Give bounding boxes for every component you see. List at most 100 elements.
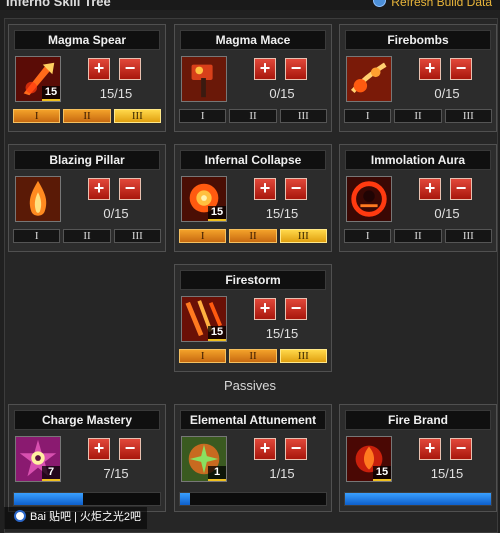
add-point-button[interactable]: + xyxy=(88,178,110,200)
magma-mace-icon[interactable] xyxy=(181,56,227,102)
skill-card-firebombs: Firebombs + − 0/15 I II III xyxy=(339,24,497,132)
remove-point-button[interactable]: − xyxy=(285,58,307,80)
skill-name: Magma Mace xyxy=(180,30,326,50)
tier-bar: I II III xyxy=(344,229,492,243)
add-point-button[interactable]: + xyxy=(254,298,276,320)
immolation-aura-icon[interactable] xyxy=(346,176,392,222)
tier-2: II xyxy=(63,229,111,243)
progress-fill xyxy=(180,493,191,505)
passive-card-charge-mastery: Charge Mastery 7 + − 7/15 xyxy=(8,404,166,512)
tier-bar: I II III xyxy=(179,229,327,243)
tier-bar: I II III xyxy=(13,109,161,123)
remove-point-button[interactable]: − xyxy=(119,58,141,80)
skill-card-firestorm: Firestorm 15 + − 15/15 I II III xyxy=(174,264,332,372)
rank-badge: 15 xyxy=(208,206,226,221)
tier-2: II xyxy=(394,109,442,123)
add-point-button[interactable]: + xyxy=(419,58,441,80)
elemental-attunement-icon[interactable]: 1 xyxy=(181,436,227,482)
infernal-collapse-icon[interactable]: 15 xyxy=(181,176,227,222)
skill-card-infernal-collapse: Infernal Collapse 15 + − 15/15 I II III xyxy=(174,144,332,252)
skill-points: 0/15 xyxy=(103,206,129,221)
rank-badge: 15 xyxy=(373,466,391,481)
progress-fill xyxy=(345,493,491,505)
tier-1: I xyxy=(344,109,392,123)
magma-spear-icon[interactable]: 15 xyxy=(15,56,61,102)
tier-bar: I II III xyxy=(13,229,161,243)
add-point-button[interactable]: + xyxy=(254,58,276,80)
skill-card-blazing-pillar: Blazing Pillar + − 0/15 I II III xyxy=(8,144,166,252)
skill-card-magma-spear: Magma Spear 15 + − 15/15 I II III xyxy=(8,24,166,132)
skill-name: Infernal Collapse xyxy=(180,150,326,170)
tier-1: I xyxy=(13,229,61,243)
skill-name: Firestorm xyxy=(180,270,326,290)
page-title: Inferno Skill Tree xyxy=(6,0,111,9)
rank-badge: 7 xyxy=(42,466,60,481)
skill-points: 15/15 xyxy=(265,206,299,221)
skill-name: Elemental Attunement xyxy=(180,410,326,430)
skill-card-magma-mace: Magma Mace + − 0/15 I II III xyxy=(174,24,332,132)
rank-badge: 15 xyxy=(208,326,226,341)
refresh-label: Refresh Build Data xyxy=(391,0,492,9)
tier-1: I xyxy=(179,349,227,363)
tier-1: I xyxy=(179,109,227,123)
refresh-build-data-link[interactable]: Refresh Build Data xyxy=(373,0,492,9)
remove-point-button[interactable]: − xyxy=(450,178,472,200)
tier-3: III xyxy=(279,349,327,363)
passive-progress-bar xyxy=(13,492,161,506)
skill-points: 1/15 xyxy=(269,466,295,481)
tier-3: III xyxy=(444,229,492,243)
add-point-button[interactable]: + xyxy=(419,438,441,460)
remove-point-button[interactable]: − xyxy=(285,178,307,200)
add-point-button[interactable]: + xyxy=(254,438,276,460)
remove-point-button[interactable]: − xyxy=(450,438,472,460)
title-bar: Inferno Skill Tree Refresh Build Data xyxy=(0,0,500,10)
tier-1: I xyxy=(179,229,227,243)
tier-bar: I II III xyxy=(344,109,492,123)
remove-point-button[interactable]: − xyxy=(119,438,141,460)
paw-logo-icon xyxy=(14,510,26,522)
add-point-button[interactable]: + xyxy=(88,438,110,460)
rank-badge: 15 xyxy=(42,86,60,101)
add-point-button[interactable]: + xyxy=(88,58,110,80)
firestorm-icon[interactable]: 15 xyxy=(181,296,227,342)
passive-card-elemental-attunement: Elemental Attunement 1 + − 1/15 xyxy=(174,404,332,512)
skill-name: Magma Spear xyxy=(14,30,160,50)
remove-point-button[interactable]: − xyxy=(285,298,307,320)
skill-name: Fire Brand xyxy=(345,410,491,430)
tier-1: I xyxy=(344,229,392,243)
skill-points: 15/15 xyxy=(430,466,464,481)
tier-2: II xyxy=(63,109,111,123)
tier-3: III xyxy=(444,109,492,123)
skill-points: 15/15 xyxy=(99,86,133,101)
skill-name: Firebombs xyxy=(345,30,491,50)
skill-card-immolation-aura: Immolation Aura + − 0/15 I II III xyxy=(339,144,497,252)
watermark: Bai 贴吧 | 火炬之光2吧 xyxy=(4,507,148,529)
remove-point-button[interactable]: − xyxy=(450,58,472,80)
tier-3: III xyxy=(113,109,161,123)
skill-points: 0/15 xyxy=(269,86,295,101)
skill-name: Blazing Pillar xyxy=(14,150,160,170)
tier-3: III xyxy=(113,229,161,243)
remove-point-button[interactable]: − xyxy=(285,438,307,460)
firebombs-icon[interactable] xyxy=(346,56,392,102)
charge-mastery-icon[interactable]: 7 xyxy=(15,436,61,482)
add-point-button[interactable]: + xyxy=(419,178,441,200)
fire-brand-icon[interactable]: 15 xyxy=(346,436,392,482)
tier-3: III xyxy=(279,109,327,123)
passives-heading: Passives xyxy=(223,378,277,393)
add-point-button[interactable]: + xyxy=(254,178,276,200)
skill-points: 7/15 xyxy=(103,466,129,481)
rank-badge: 1 xyxy=(208,466,226,481)
skill-points: 0/15 xyxy=(434,206,460,221)
skill-points: 0/15 xyxy=(434,86,460,101)
tier-1: I xyxy=(13,109,61,123)
watermark-text: Bai 贴吧 | 火炬之光2吧 xyxy=(30,511,142,523)
tier-bar: I II III xyxy=(179,109,327,123)
tier-2: II xyxy=(229,349,277,363)
blazing-pillar-icon[interactable] xyxy=(15,176,61,222)
refresh-icon xyxy=(373,0,387,7)
skill-points: 15/15 xyxy=(265,326,299,341)
remove-point-button[interactable]: − xyxy=(119,178,141,200)
tier-bar: I II III xyxy=(179,349,327,363)
skill-name: Charge Mastery xyxy=(14,410,160,430)
